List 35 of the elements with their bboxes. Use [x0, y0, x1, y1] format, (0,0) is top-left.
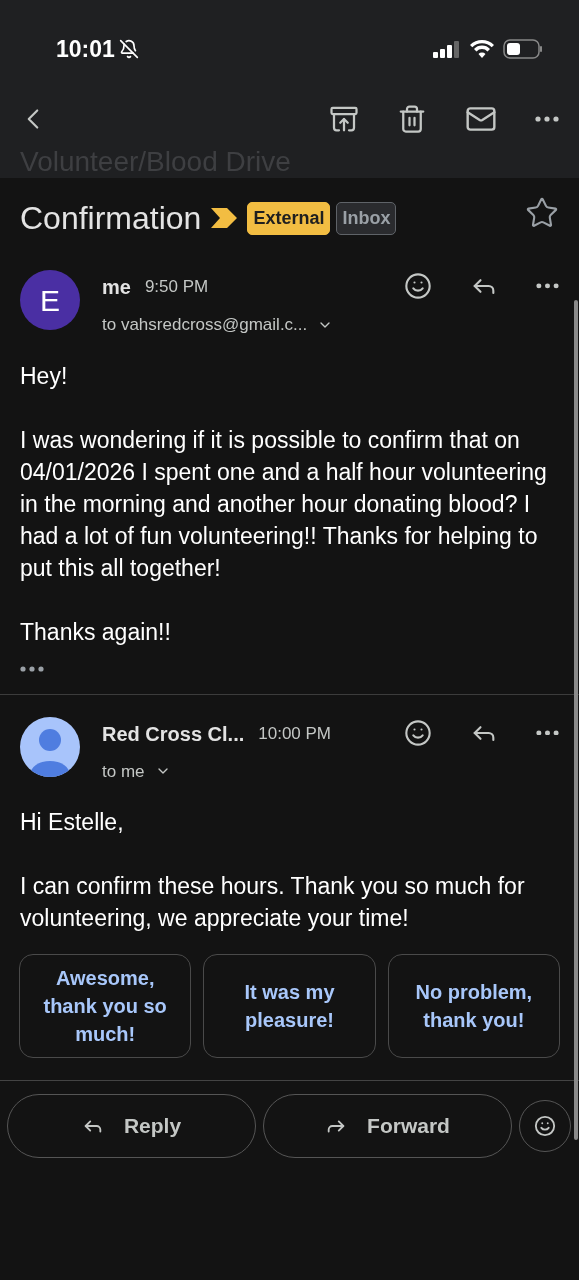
show-trimmed-button[interactable] [20, 665, 44, 672]
wifi-icon [469, 38, 495, 59]
star-button[interactable] [525, 196, 559, 230]
subject-title: Confirmation [20, 199, 202, 238]
sender-name: me [102, 275, 131, 300]
more-button[interactable] [536, 283, 559, 289]
battery-icon [503, 38, 543, 59]
more-icon [535, 115, 559, 122]
emoji-react-button[interactable] [404, 718, 432, 747]
label-tag: External [247, 201, 331, 235]
message-time: 10:00 PM [258, 722, 332, 745]
more-icon [20, 665, 44, 672]
message-time: 9:50 PM [144, 276, 209, 299]
emoji-react-button[interactable] [404, 272, 432, 300]
label-tag: Inbox [336, 201, 397, 235]
more-button[interactable] [535, 115, 559, 122]
smart-reply-chip[interactable]: Awesome, thank you so much! [19, 954, 192, 1058]
smart-reply-chip[interactable]: No problem, thank you! [387, 954, 560, 1058]
signal-icon [433, 39, 461, 58]
sender-name: Red Cross Cl... [102, 721, 245, 747]
more-button[interactable] [536, 729, 559, 736]
emoji-icon [534, 1115, 556, 1137]
recipient-dropdown[interactable]: to me [102, 758, 171, 784]
recipient-dropdown[interactable]: to vahsredcross@gmail.c... [102, 312, 334, 338]
more-icon [536, 729, 559, 736]
message-paragraph: I was wondering if it is possible to confirm that on 04/01/2026 I spent one and a half hour volunteering in the morning and another hour donating blood? I had a lot of fun volunteering!! Thanks for helping to put this all together! [20, 425, 548, 583]
more-icon [536, 283, 559, 289]
clock-time: 10:01 [56, 34, 115, 64]
message-paragraph: Thanks again!! [20, 617, 172, 647]
smart-reply-chip[interactable]: It was my pleasure! [203, 954, 376, 1058]
avatar: E [20, 270, 80, 330]
delete-button[interactable] [397, 103, 427, 134]
message-paragraph: I can confirm these hours. Thank you so much for volunteering, we appreciate your time! [20, 872, 526, 933]
message-paragraph: Hi Estelle, [20, 808, 125, 837]
message-paragraph: Hey! [20, 361, 69, 391]
